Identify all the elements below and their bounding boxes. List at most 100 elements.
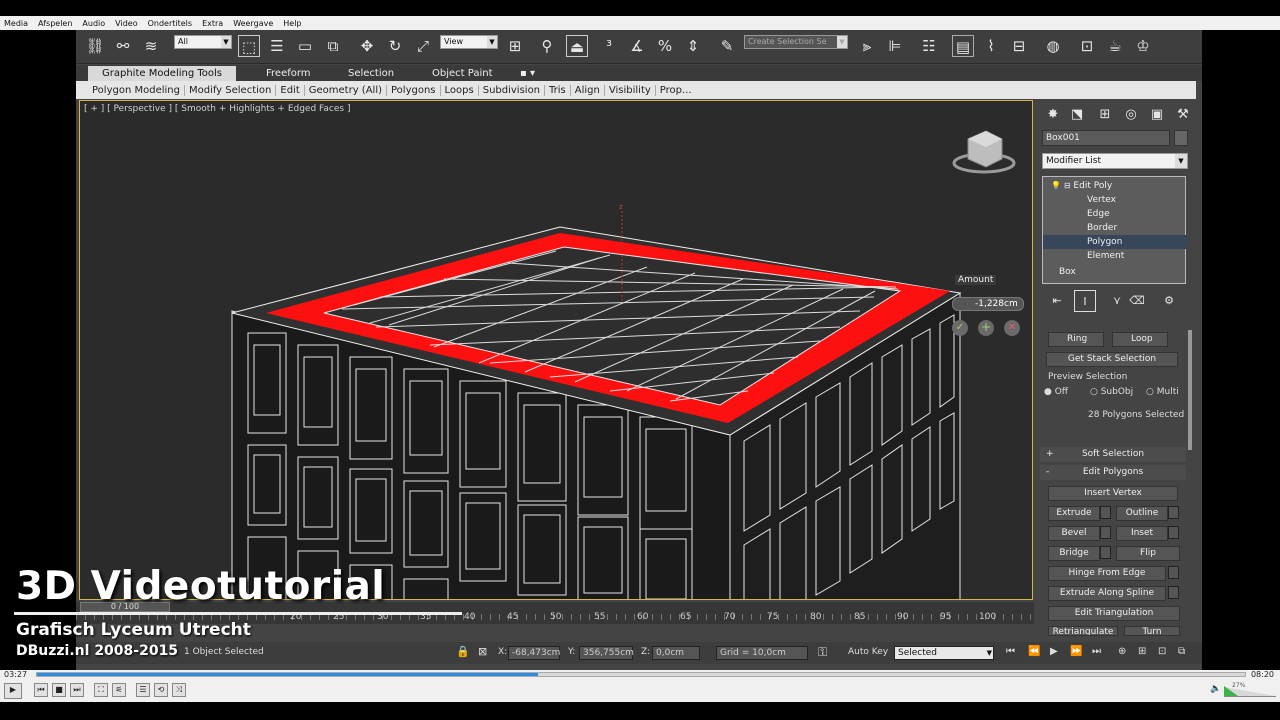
tab-freeform[interactable]: Freeform <box>252 66 325 81</box>
rect-selection-icon[interactable]: ▭ <box>294 35 316 57</box>
previous-frame-icon[interactable]: ⏪ <box>1028 646 1040 657</box>
window-crossing-icon[interactable]: ⧉ <box>322 35 344 57</box>
zoom-extents-icon[interactable]: ⊡ <box>1158 646 1166 657</box>
stack-item-edge[interactable]: Edge <box>1043 207 1187 221</box>
panel-polygon-modeling[interactable]: Polygon Modeling <box>88 84 185 96</box>
named-selection-dropdown[interactable]: Create Selection Se ▼ <box>744 35 848 49</box>
configure-sets-icon[interactable]: ⚙ <box>1158 290 1180 312</box>
hinge-settings-icon[interactable] <box>1168 566 1179 579</box>
menu-weergave[interactable]: Weergave <box>233 19 273 28</box>
lock-selection-icon[interactable]: 🔒 <box>456 645 470 658</box>
tab-graphite-modeling-tools[interactable]: Graphite Modeling Tools <box>88 66 237 81</box>
edit-polygons-rollout[interactable]: - Edit Polygons <box>1040 465 1186 480</box>
outline-settings-icon[interactable] <box>1168 506 1179 519</box>
render-frame-icon[interactable]: ☕ <box>1104 35 1126 57</box>
menu-video[interactable]: Video <box>115 19 137 28</box>
panel-modify-selection[interactable]: Modify Selection <box>185 84 277 96</box>
flip-button[interactable]: Flip <box>1116 546 1180 561</box>
stack-item-edit-poly[interactable]: 💡 ⊟ Edit Poly <box>1043 179 1187 193</box>
manipulate-icon[interactable]: ⚲ <box>536 35 558 57</box>
inset-settings-icon[interactable] <box>1168 526 1179 539</box>
stop-icon[interactable]: ■ <box>52 683 66 697</box>
percent-snap-icon[interactable]: % <box>654 35 676 57</box>
rotate-icon[interactable]: ↻ <box>384 35 406 57</box>
speaker-icon[interactable]: 🔈 <box>1210 684 1221 694</box>
insert-vertex-button[interactable]: Insert Vertex <box>1048 486 1178 501</box>
curve-editor-icon[interactable]: ⌇ <box>980 35 1002 57</box>
remove-modifier-icon[interactable]: ⌫ <box>1126 290 1148 312</box>
stack-item-polygon[interactable]: Polygon <box>1043 235 1187 249</box>
scale-icon[interactable]: ⤢ <box>412 35 434 57</box>
next-frame-icon[interactable]: ⏩ <box>1070 646 1082 657</box>
link-icon[interactable]: ⛓ <box>84 35 106 57</box>
inset-button[interactable]: Inset <box>1116 526 1168 541</box>
spinner-snap-icon[interactable]: ⇕ <box>682 35 704 57</box>
turn-button[interactable]: Turn <box>1124 626 1180 636</box>
motion-tab-icon[interactable]: ◎ <box>1120 104 1142 126</box>
x-coord-field[interactable]: -68,473cm <box>508 646 560 660</box>
collapse-icon[interactable]: ⊟ <box>1064 181 1071 190</box>
render-production-icon[interactable]: ♔ <box>1132 35 1154 57</box>
playlist-icon[interactable]: ☰ <box>136 683 150 697</box>
zoom-all-icon[interactable]: ⊞ <box>1138 646 1146 657</box>
bevel-settings-icon[interactable] <box>1100 526 1111 539</box>
move-icon[interactable]: ✥ <box>356 35 378 57</box>
perspective-viewport[interactable]: [ + ] [ Perspective ] [ Smooth + Highlig… <box>79 100 1033 600</box>
align-icon[interactable]: ⊫ <box>884 35 906 57</box>
select-by-name-icon[interactable]: ☰ <box>266 35 288 57</box>
schematic-view-icon[interactable]: ⊟ <box>1008 35 1030 57</box>
extrude-along-spline-button[interactable]: Extrude Along Spline <box>1048 586 1166 601</box>
stack-item-vertex[interactable]: Vertex <box>1043 193 1187 207</box>
render-setup-icon[interactable]: ⊡ <box>1076 35 1098 57</box>
bevel-button[interactable]: Bevel <box>1048 526 1100 541</box>
ref-coord-dropdown[interactable]: View ▼ <box>440 35 498 49</box>
hinge-from-edge-button[interactable]: Hinge From Edge <box>1048 566 1166 581</box>
play-icon[interactable]: ▶ <box>4 683 22 699</box>
key-mode-dropdown[interactable]: Selected ▼ <box>894 646 994 660</box>
panel-properties[interactable]: Prop... <box>656 85 696 96</box>
make-unique-icon[interactable]: ⋎ <box>1106 290 1128 312</box>
command-panel-scrollbar[interactable] <box>1188 330 1192 450</box>
key-icon[interactable]: ⚿ <box>818 645 827 660</box>
angle-snap-icon[interactable]: ∡ <box>626 35 648 57</box>
mirror-icon[interactable]: ⫸ <box>856 35 878 57</box>
show-end-result-icon[interactable]: I <box>1074 290 1096 312</box>
layer-manager-icon[interactable]: ☷ <box>918 35 940 57</box>
menu-help[interactable]: Help <box>283 19 301 28</box>
outline-button[interactable]: Outline <box>1116 506 1168 521</box>
loop-spinner[interactable]: Loop <box>1112 332 1168 347</box>
panel-loops[interactable]: Loops <box>441 84 479 96</box>
menu-ondertitels[interactable]: Ondertitels <box>148 19 192 28</box>
menu-audio[interactable]: Audio <box>82 19 105 28</box>
stack-item-box[interactable]: Box <box>1043 265 1187 279</box>
unlink-icon[interactable]: ⚯ <box>112 35 134 57</box>
caddy-ok-icon[interactable]: ✓ <box>952 320 968 336</box>
retriangulate-button[interactable]: Retriangulate <box>1048 626 1118 636</box>
go-to-start-icon[interactable]: ⏮ <box>1006 646 1015 657</box>
play-animation-icon[interactable]: ▶ <box>1050 646 1058 657</box>
caddy-amount-field[interactable]: -1,228cm <box>952 297 1024 311</box>
seek-bar[interactable] <box>36 672 1246 677</box>
preview-off-radio[interactable]: ● Off <box>1044 387 1068 397</box>
shuffle-icon[interactable]: ⤨ <box>172 683 186 697</box>
menu-media[interactable]: Media <box>4 19 28 28</box>
tab-selection[interactable]: Selection <box>334 66 408 81</box>
modifier-list-dropdown[interactable]: Modifier List ▼ <box>1042 153 1188 169</box>
stack-item-element[interactable]: Element <box>1043 249 1187 263</box>
panel-tris[interactable]: Tris <box>545 84 571 96</box>
extrude-spline-settings-icon[interactable] <box>1168 586 1179 599</box>
panel-visibility[interactable]: Visibility <box>605 84 656 96</box>
selection-filter-dropdown[interactable]: All ▼ <box>174 35 232 49</box>
loop-icon[interactable]: ⟲ <box>154 683 168 697</box>
preview-subobj-radio[interactable]: ○ SubObj <box>1090 387 1133 397</box>
edit-triangulation-button[interactable]: Edit Triangulation <box>1048 606 1180 621</box>
panel-edit[interactable]: Edit <box>276 84 305 96</box>
edit-named-selections-icon[interactable]: ✎ <box>716 35 738 57</box>
extrude-settings-icon[interactable] <box>1100 506 1111 519</box>
bridge-settings-icon[interactable] <box>1100 546 1111 559</box>
panel-geometry-all[interactable]: Geometry (All) <box>305 84 387 96</box>
preview-multi-radio[interactable]: ○ Multi <box>1146 387 1179 397</box>
utilities-tab-icon[interactable]: ⚒ <box>1172 104 1194 126</box>
z-coord-field[interactable]: 0,0cm <box>652 646 700 660</box>
pin-stack-icon[interactable]: ⇤ <box>1046 290 1068 312</box>
